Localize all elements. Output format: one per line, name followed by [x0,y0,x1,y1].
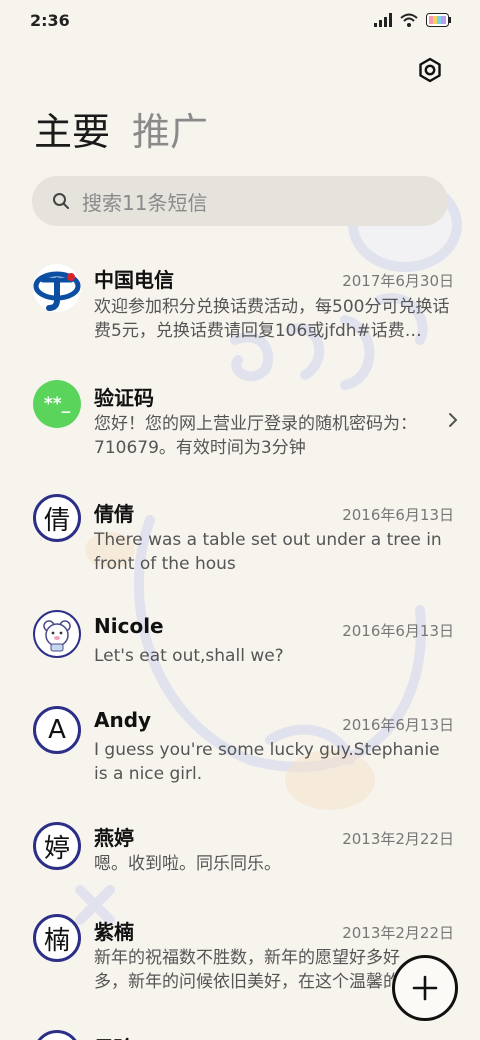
contact-name: Nicole [94,614,164,638]
avatar-initial: 婷 [43,833,70,864]
plus-icon [412,975,438,1001]
signal-icon [374,13,392,27]
contact-avatar: 倩 [33,494,81,542]
message-date: 2016年6月13日 [342,506,454,524]
settings-icon [419,57,441,83]
message-preview: 欢迎参加积分兑换话费活动，每500分可兑换话费5元，兑换话费请回复106或jfd… [94,297,450,341]
contact-avatar: A [33,706,81,754]
contact-name: 子玲 [94,1032,134,1040]
battery-icon [426,13,451,27]
message-preview: 新年的祝福数不胜数，新年的愿望好多好多，新年的问候依旧美好，在这个温馨的时刻 [94,948,417,992]
settings-button[interactable] [414,54,446,86]
chevron-right-icon [449,413,458,427]
contact-name: 紫楠 [94,920,134,944]
avatar-initial: 楠 [43,925,70,956]
wifi-icon [400,13,418,27]
message-date: 2017年6月30日 [342,272,454,290]
conversation-item[interactable]: Nicole 2016年6月13日 Let's eat out,shall we… [0,606,480,686]
contact-name: 验证码 [94,386,154,410]
telecom-logo-avatar [33,264,81,312]
tab-bar: 主要 推广 [34,108,208,156]
message-preview: 您好！您的网上营业厅登录的随机密码为：710679。有效时间为3分钟 [94,414,417,458]
status-icons [374,13,452,27]
avatar-initial: 倩 [43,505,70,536]
contact-avatar [33,1030,81,1040]
contact-name: 中国电信 [94,268,174,292]
verification-avatar-text: **_ [43,394,71,414]
message-preview: There was a table set out under a tree i… [94,530,442,574]
bear-avatar-icon [43,620,71,652]
conversation-item[interactable]: **_ 验证码 您好！您的网上营业厅登录的随机密码为：710679。有效时间为3… [0,370,480,470]
verification-avatar: **_ [33,380,81,428]
conversation-item[interactable]: 倩 倩倩 2016年6月13日 There was a table set ou… [0,486,480,586]
search-icon [53,193,69,209]
contact-name: 倩倩 [94,502,134,526]
message-date: 2016年6月13日 [342,716,454,734]
conversation-item[interactable]: 婷 燕婷 2013年2月22日 嗯。收到啦。同乐同乐。 [0,820,480,900]
contact-avatar [33,610,81,658]
search-bar[interactable]: 搜索11条短信 [32,176,448,226]
status-bar: 2:36 [0,0,480,40]
message-preview: Let's eat out,shall we? [94,646,284,666]
tab-promotions[interactable]: 推广 [132,108,208,156]
message-preview: I guess you're some lucky guy.Stephanie … [94,740,440,784]
search-placeholder: 搜索11条短信 [82,190,208,215]
avatar-initial: A [48,715,66,745]
contact-name: Andy [94,708,152,732]
conversation-item[interactable]: A Andy 2016年6月13日 I guess you're some lu… [0,702,480,802]
contact-avatar: 婷 [33,822,81,870]
tab-primary[interactable]: 主要 [34,108,110,156]
message-date: 2013年2月22日 [342,830,454,848]
message-date: 2013年2月22日 [342,924,454,942]
china-telecom-logo-icon [33,271,81,311]
status-time: 2:36 [30,10,70,30]
contact-avatar: 楠 [33,914,81,962]
contact-name: 燕婷 [94,826,134,850]
message-date: 2016年6月13日 [342,622,454,640]
conversation-item[interactable]: 中国电信 2017年6月30日 欢迎参加积分兑换话费活动，每500分可兑换话费5… [0,250,480,360]
new-message-button[interactable] [392,955,458,1021]
conversation-item[interactable]: 子玲 [0,1028,480,1040]
message-preview: 嗯。收到啦。同乐同乐。 [94,854,281,874]
